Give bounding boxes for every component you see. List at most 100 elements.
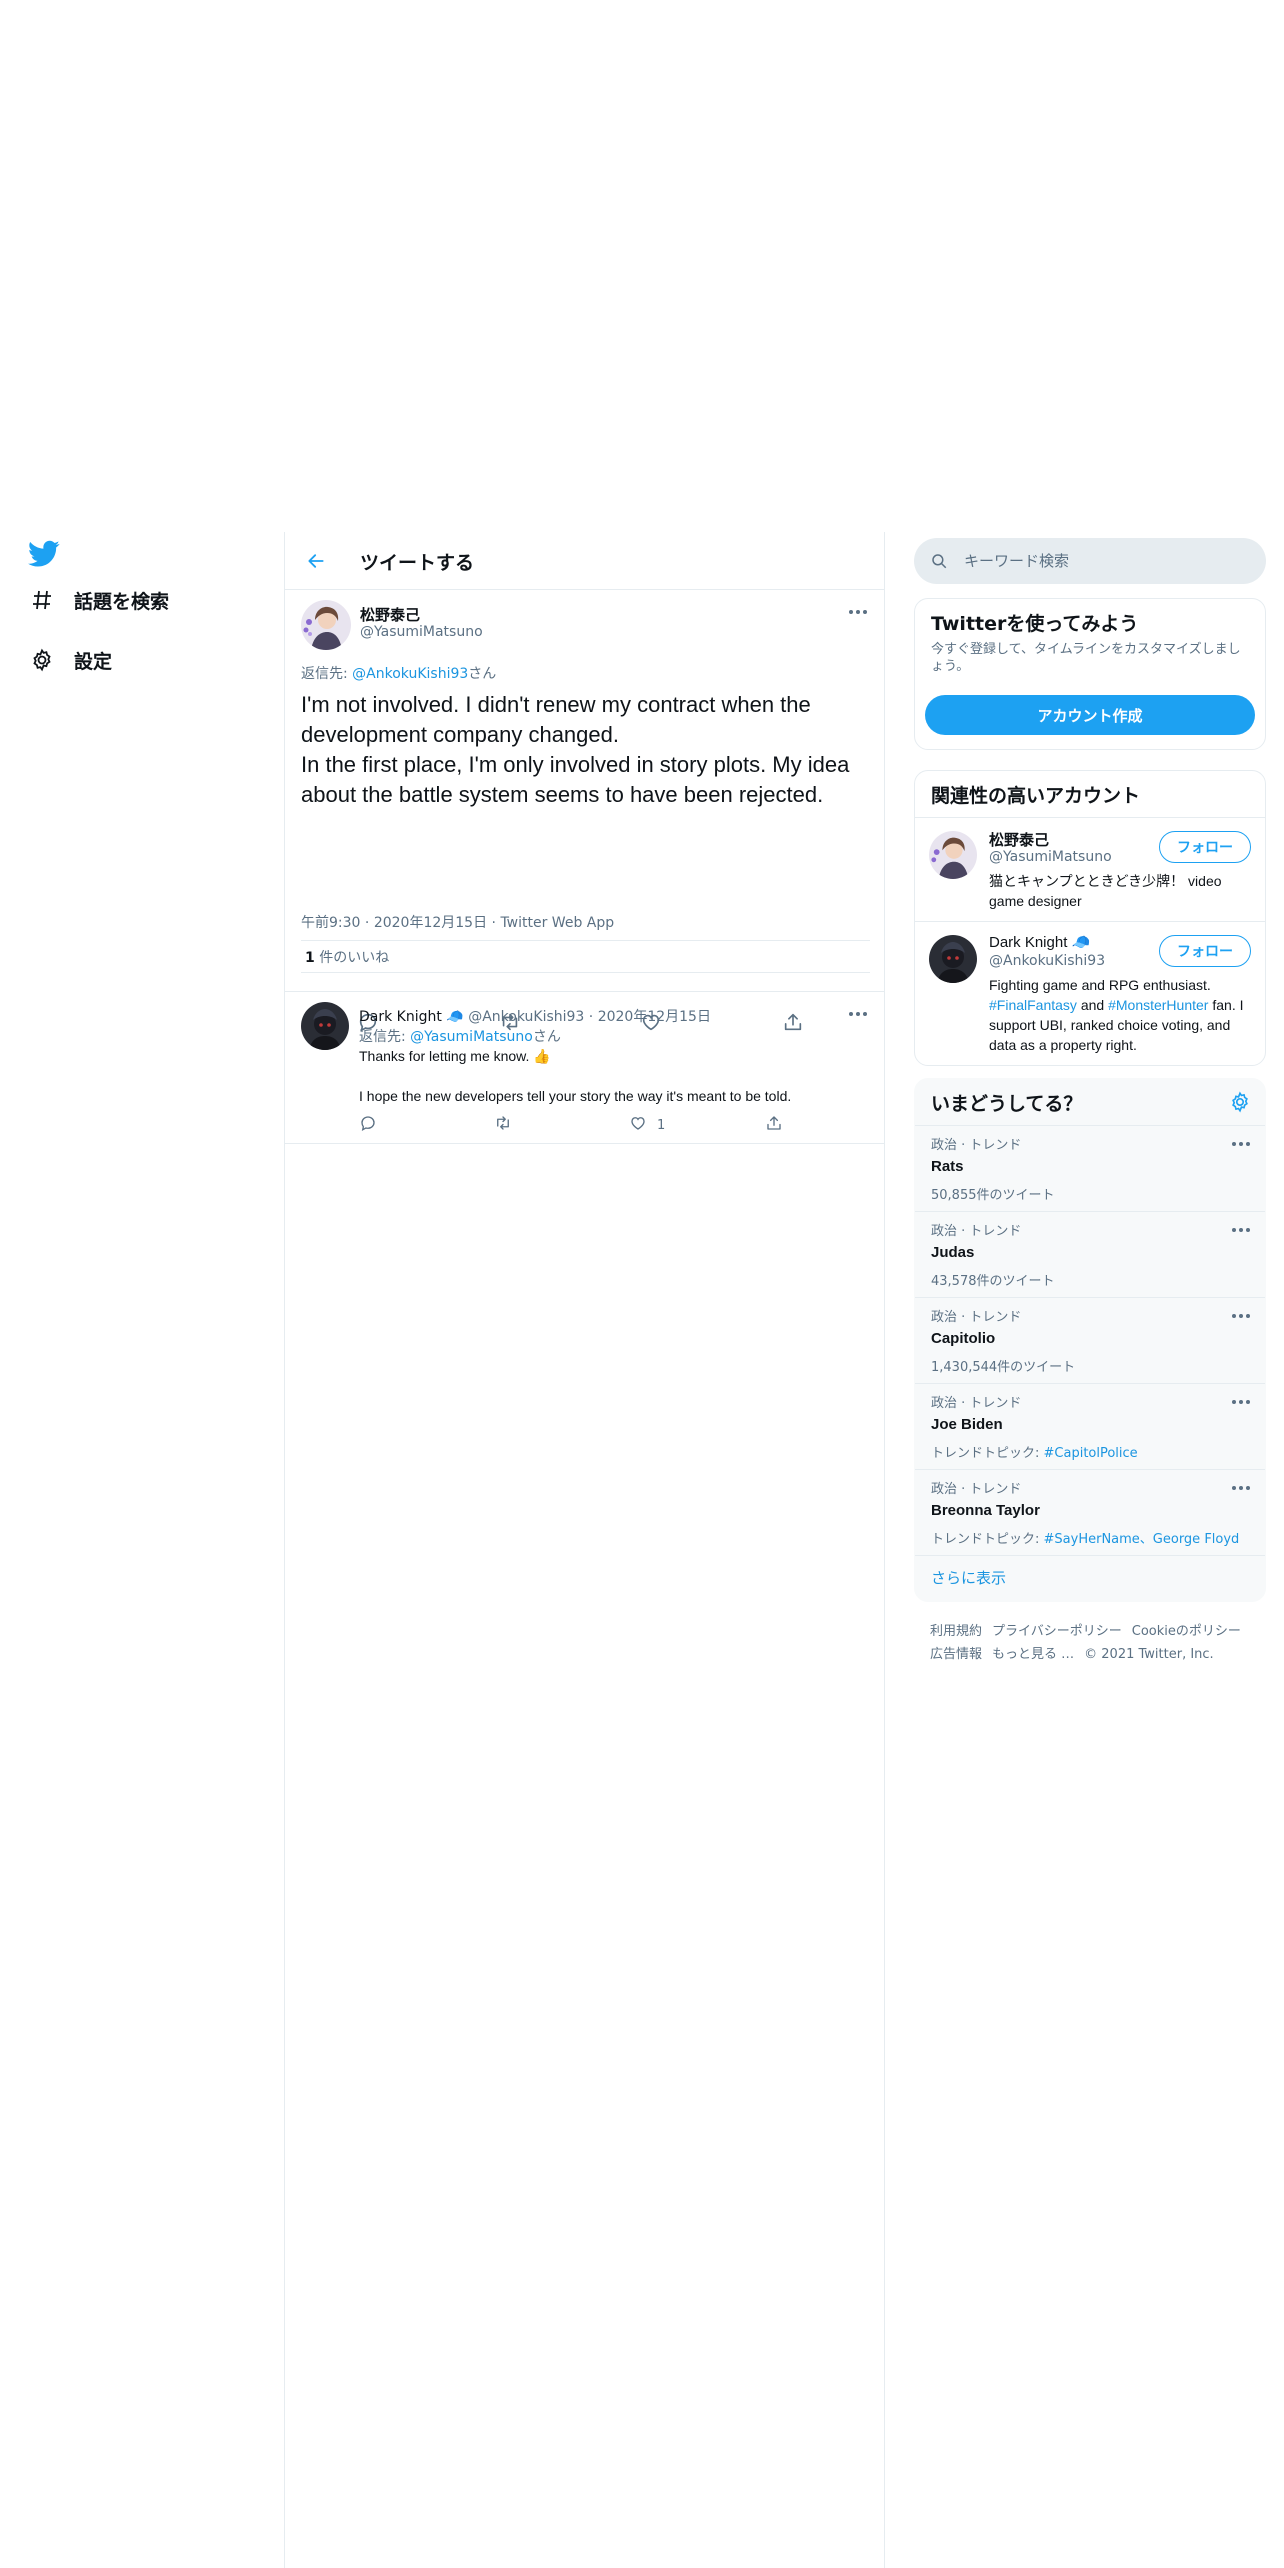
follow-button[interactable]: フォロー [1159,935,1251,967]
reply-to-link[interactable]: @AnkokuKishi93 [352,666,468,682]
nav-settings[interactable]: 設定 [28,640,112,680]
account-row[interactable]: 松野泰己 @YasumiMatsuno フォロー 猫とキャンプとときどき少牌！ … [915,817,1265,921]
more-options-icon[interactable] [846,1008,870,1020]
account-name[interactable]: 松野泰己 [989,829,1049,850]
account-handle[interactable]: @YasumiMatsuno [989,849,1112,865]
reply-context: 返信先: @YasumiMatsunoさん [359,1026,561,1046]
hashtag-link[interactable]: #FinalFantasy [989,997,1077,1013]
footer-link-more[interactable]: もっと見る … [992,1647,1074,1662]
more-options-icon[interactable] [846,606,870,618]
signup-description: 今すぐ登録して、タイムラインをカスタマイズしましょう。 [931,642,1241,674]
divider [301,940,870,941]
follow-button[interactable]: フォロー [1159,831,1251,863]
trend-title: Capitolio [931,1330,996,1347]
trend-context: 政治 · トレンド [931,1482,1022,1497]
trend-item[interactable]: 政治 · トレンド Judas 43,578件のツイート [915,1212,1265,1298]
reply-prefix: 返信先: [359,1029,411,1045]
account-bio: 猫とキャンプとときどき少牌！ video game designer [989,873,1222,909]
like-count: 1 [657,1117,666,1133]
tweet-meta: 午前9:30 · 2020年12月15日 · Twitter Web App [301,915,615,931]
footer-link-terms[interactable]: 利用規約 [930,1624,982,1639]
page-header: ツイートする [285,532,884,590]
topic-link[interactable]: #SayHerName、George Floyd [1044,1532,1240,1547]
reply-date[interactable]: 2020年12月15日 [598,1009,711,1025]
nav-explore[interactable]: 話題を検索 [28,580,169,620]
like-count: 1 [305,950,315,966]
reply-icon[interactable] [359,1114,377,1132]
like-button[interactable]: 1 [629,1114,665,1136]
signup-title: Twitterを使ってみよう [931,613,1139,635]
reply-prefix: 返信先: [301,666,353,682]
like-icon [629,1114,647,1136]
reply-suffix: さん [468,666,497,682]
trend-title: Breonna Taylor [931,1502,1040,1519]
account-row[interactable]: Dark Knight 🧢 @AnkokuKishi93 フォロー Fighti… [915,921,1265,1065]
signup-card: Twitterを使ってみよう 今すぐ登録して、タイムラインをカスタマイズしましょ… [914,598,1266,750]
topic-link[interactable]: #CapitolPolice [1044,1446,1138,1461]
hashtag-link[interactable]: #MonsterHunter [1108,997,1208,1013]
likes-summary[interactable]: 1 件のいいね [305,947,389,967]
tweet-time[interactable]: 午前9:30 [301,915,360,931]
trend-topics: トレンドトピック: #SayHerName、George Floyd [931,1528,1239,1547]
trend-item[interactable]: 政治 · トレンド Capitolio 1,430,544件のツイート [915,1298,1265,1384]
tweet-text-line: In the first place, I'm only involved in… [301,752,850,807]
trend-item[interactable]: 政治 · トレンド Rats 50,855件のツイート [915,1126,1265,1212]
tweet-date[interactable]: 2020年12月15日 [374,915,487,931]
topic-prefix: トレンドトピック: [931,1532,1044,1547]
more-options-icon[interactable] [1229,1482,1253,1494]
relevant-accounts-card: 関連性の高いアカウント 松野泰己 @YasumiMatsuno フォロー 猫とキ… [914,770,1266,1066]
tweet-source[interactable]: Twitter Web App [500,915,614,931]
retweet-icon[interactable] [493,1114,513,1132]
gear-icon[interactable] [1229,1091,1251,1117]
relevant-title: 関連性の高いアカウント [931,785,1141,807]
nav-settings-label: 設定 [74,650,113,673]
share-icon[interactable] [765,1114,783,1132]
avatar[interactable] [301,600,351,650]
gear-icon [28,646,56,674]
bio-text: and [1076,997,1109,1013]
more-options-icon[interactable] [1229,1138,1253,1150]
more-options-icon[interactable] [1229,1396,1253,1408]
footer-link-privacy[interactable]: プライバシーポリシー [992,1624,1122,1639]
footer-link-cookies[interactable]: Cookieのポリシー [1132,1624,1241,1639]
show-more-link[interactable]: さらに表示 [931,1567,1006,1588]
avatar[interactable] [929,831,977,879]
trends-card: いまどうしてる？ 政治 · トレンド Rats 50,855件のツイート 政治 … [914,1078,1266,1602]
author-handle[interactable]: @YasumiMatsuno [360,624,483,640]
trend-item[interactable]: 政治 · トレンド Breonna Taylor トレンドトピック: #SayH… [915,1470,1265,1556]
reply-to-link[interactable]: @YasumiMatsuno [410,1029,533,1045]
more-options-icon[interactable] [1229,1224,1253,1236]
create-account-button[interactable]: アカウント作成 [925,695,1255,735]
account-name[interactable]: Dark Knight 🧢 [989,933,1090,951]
avatar[interactable] [929,935,977,983]
footer: 利用規約 プライバシーポリシー Cookieのポリシー 広告情報 もっと見る … © 2… [930,1620,1260,1666]
reply-context: 返信先: @AnkokuKishi93さん [301,663,496,683]
search-input[interactable] [964,550,1244,572]
reply-author-handle[interactable]: @AnkokuKishi93 [468,1009,584,1025]
hashtag-icon [28,586,56,614]
trend-item[interactable]: 政治 · トレンド Joe Biden トレンドトピック: #CapitolPo… [915,1384,1265,1470]
tweet-text-line: I'm not involved. I didn't renew my cont… [301,692,811,747]
account-bio: Fighting game and RPG enthusiast. #Final… [989,975,1249,1055]
nav-explore-label: 話題を検索 [74,590,170,613]
trend-topics: トレンドトピック: #CapitolPolice [931,1442,1138,1461]
tweet-text: I'm not involved. I didn't renew my cont… [301,690,871,810]
more-options-icon[interactable] [1229,1310,1253,1322]
avatar[interactable] [301,1002,349,1050]
twitter-bird-icon[interactable] [28,540,62,574]
search-icon [930,552,948,574]
author-name[interactable]: 松野泰己 [360,604,420,625]
reply-text-1: Thanks for letting me know. 👍 [359,1048,551,1064]
topic-prefix: トレンドトピック: [931,1446,1044,1461]
footer-link-ads[interactable]: 広告情報 [930,1647,982,1662]
trend-count: 43,578件のツイート [931,1274,1055,1289]
reply-tweet[interactable]: Dark Knight 🧢 @AnkokuKishi93 · 2020年12月1… [285,992,884,1144]
focused-tweet: 松野泰己 @YasumiMatsuno 返信先: @AnkokuKishi93さ… [285,590,884,1032]
account-handle[interactable]: @AnkokuKishi93 [989,953,1105,969]
copyright: © 2021 Twitter, Inc. [1084,1647,1214,1662]
back-arrow-icon[interactable] [301,546,331,576]
search-bar[interactable] [914,538,1266,584]
trend-context: 政治 · トレンド [931,1138,1022,1153]
reply-author-name[interactable]: Dark Knight [359,1009,442,1025]
reply-text-2: I hope the new developers tell your stor… [359,1088,792,1104]
